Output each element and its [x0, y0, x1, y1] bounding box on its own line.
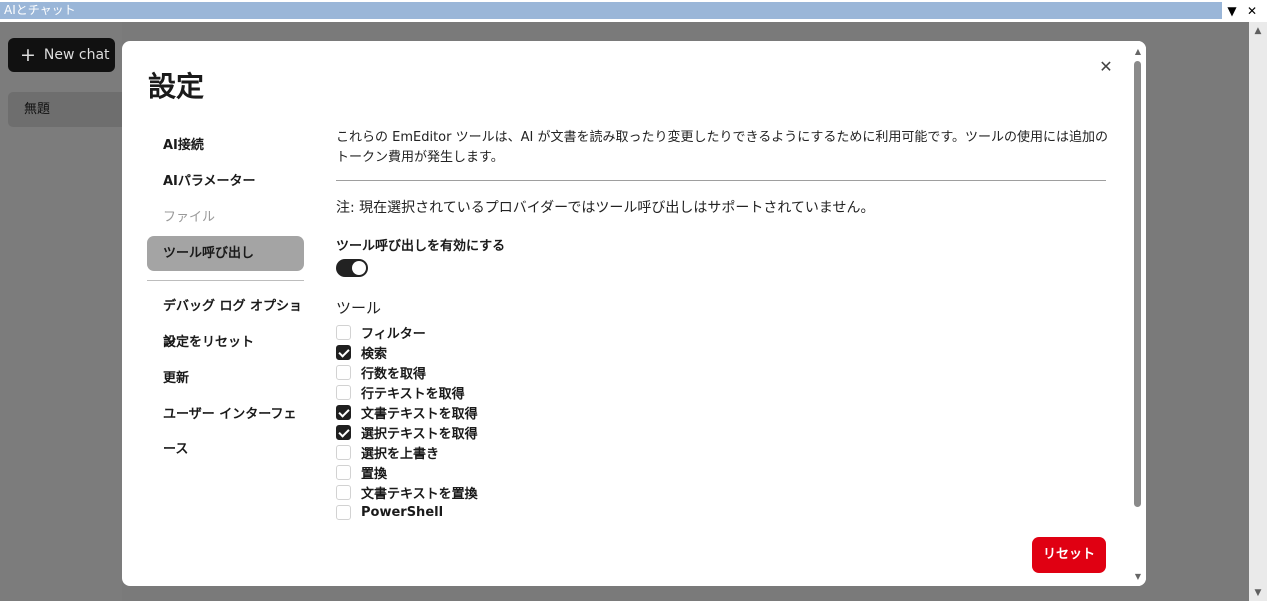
tool-label: 文書テキストを取得 [361, 406, 478, 422]
tools-description: これらの EmEditor ツールは、AI が文書を読み取ったり変更したりできる… [336, 130, 1109, 165]
tool-item-get-line-count[interactable]: 行数を取得 [336, 363, 427, 382]
tool-label: 検索 [361, 346, 388, 362]
tool-item-overwrite-selection[interactable]: 選択を上書き [336, 443, 440, 462]
tool-checkbox[interactable] [336, 344, 351, 360]
nav-divider [147, 280, 304, 281]
tool-item-filter[interactable]: フィルター [336, 323, 426, 342]
tool-checkbox[interactable] [336, 484, 351, 500]
enable-tool-calling-toggle[interactable] [336, 259, 368, 277]
chat-list-item[interactable]: 無題 [8, 92, 122, 127]
scrollbar-thumb[interactable] [1134, 61, 1141, 507]
tool-item-powershell[interactable]: PowerShell [336, 503, 443, 521]
tool-label: 行数を取得 [361, 366, 427, 382]
toggle-knob [352, 261, 366, 275]
dialog-title: 設定 [148, 70, 205, 103]
tool-item-search[interactable]: 検索 [336, 343, 388, 362]
tool-checkbox[interactable] [336, 324, 351, 340]
close-icon[interactable]: ✕ [1096, 57, 1116, 77]
tool-checkbox[interactable] [336, 464, 351, 480]
tool-label: 行テキストを取得 [361, 386, 465, 402]
main-scrollbar[interactable]: ▲ ▼ [1249, 22, 1267, 601]
tool-label: 置換 [361, 466, 388, 482]
nav-item-file: ファイル [163, 210, 216, 225]
scroll-down-icon[interactable]: ▼ [1130, 572, 1146, 581]
tool-item-get-document-text[interactable]: 文書テキストを取得 [336, 403, 478, 422]
scroll-up-icon[interactable]: ▲ [1249, 26, 1267, 36]
tool-checkbox[interactable] [336, 444, 351, 460]
title-highlight [0, 2, 1222, 19]
tool-label: PowerShell [361, 504, 444, 520]
tool-checkbox[interactable] [336, 504, 351, 520]
tool-item-replace[interactable]: 置換 [336, 463, 388, 482]
nav-item-tool-calling[interactable]: ツール呼び出し [147, 236, 304, 271]
new-chat-label: New chat [43, 47, 110, 63]
window-close-icon[interactable]: ✕ [1244, 3, 1260, 19]
settings-dialog: 設定 ✕ AI接続 AIパラメーター ファイル ツール呼び出し デバッグ ログ … [122, 41, 1146, 586]
scroll-down-icon[interactable]: ▼ [1249, 588, 1267, 598]
tools-heading: ツール [336, 299, 382, 317]
scroll-up-icon[interactable]: ▲ [1130, 47, 1146, 56]
content-divider [336, 180, 1106, 181]
nav-item-debug-log-options[interactable]: デバッグ ログ オプション [147, 289, 304, 349]
window-title-bar: AIとチャット ▼ ✕ [0, 0, 1267, 22]
nav-item-update[interactable]: 更新 [147, 361, 304, 396]
enable-tool-calling-label: ツール呼び出しを有効にする [336, 239, 506, 254]
tool-checkbox[interactable] [336, 424, 351, 440]
window-title: AIとチャット [4, 3, 76, 17]
tool-label: 選択を上書き [361, 446, 440, 462]
nav-item-ai-connection[interactable]: AI接続 [147, 128, 304, 163]
tool-checkbox[interactable] [336, 364, 351, 380]
tool-item-get-selected-text[interactable]: 選択テキストを取得 [336, 423, 478, 442]
tool-label: 文書テキストを置換 [361, 486, 478, 502]
plus-icon: + [20, 43, 36, 66]
provider-note: 注: 現在選択されているプロバイダーではツール呼び出しはサポートされていません。 [336, 200, 875, 216]
tool-item-get-line-text[interactable]: 行テキストを取得 [336, 383, 465, 402]
window-menu-dropdown-icon[interactable]: ▼ [1224, 3, 1240, 19]
tool-label: フィルター [361, 326, 426, 342]
tool-checkbox[interactable] [336, 404, 351, 420]
nav-item-ai-parameters[interactable]: AIパラメーター [147, 164, 304, 199]
tool-checkbox[interactable] [336, 384, 351, 400]
tool-item-replace-document-text[interactable]: 文書テキストを置換 [336, 483, 478, 502]
nav-item-reset-settings[interactable]: 設定をリセット [147, 325, 304, 360]
dialog-scrollbar[interactable]: ▲ ▼ [1130, 41, 1146, 586]
nav-item-user-interface[interactable]: ユーザー インターフェース [147, 397, 304, 457]
tool-label: 選択テキストを取得 [361, 426, 478, 442]
new-chat-button[interactable]: + New chat [8, 38, 115, 72]
reset-button[interactable]: リセット [1032, 537, 1106, 573]
